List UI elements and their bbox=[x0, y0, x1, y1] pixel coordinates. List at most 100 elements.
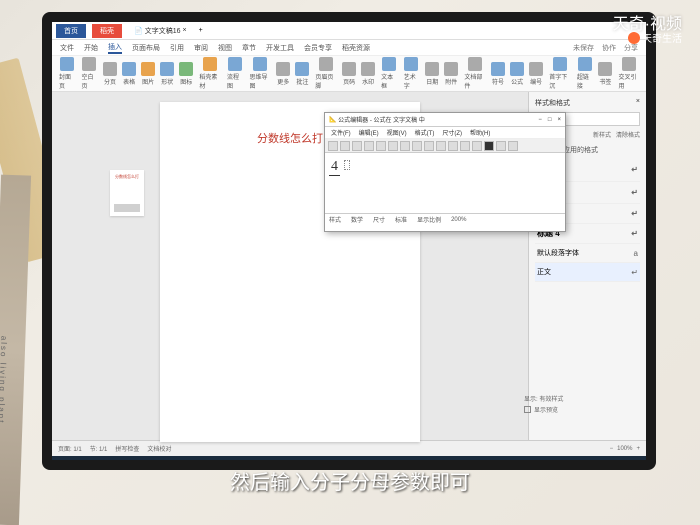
tool-cover[interactable]: 封面页 bbox=[56, 56, 78, 92]
tab-document[interactable]: 📄 文字文稿16 × bbox=[128, 24, 193, 38]
tool-wordart[interactable]: 艺术字 bbox=[401, 56, 423, 92]
app-statusbar: 页面: 1/1 节: 1/1 拼写检查 文档校对 − 100% + bbox=[52, 440, 646, 456]
et-10[interactable] bbox=[436, 141, 446, 151]
sb-proof[interactable]: 文档校对 bbox=[147, 444, 171, 453]
nav-thumbnail[interactable]: 分数线怎么打 bbox=[110, 170, 144, 216]
menu-dev[interactable]: 开发工具 bbox=[266, 43, 294, 53]
tab-home[interactable]: 首页 bbox=[56, 24, 86, 38]
et-5[interactable] bbox=[376, 141, 386, 151]
et-14[interactable] bbox=[496, 141, 506, 151]
sidebar-title: 样式和格式× bbox=[535, 98, 640, 108]
tool-dropcap[interactable]: 首字下沉 bbox=[546, 56, 573, 92]
et-12[interactable] bbox=[460, 141, 470, 151]
em-size[interactable]: 尺寸(Z) bbox=[442, 128, 462, 137]
tab-docer[interactable]: 稻壳 bbox=[92, 24, 122, 38]
et-fraction[interactable] bbox=[484, 141, 494, 151]
monitor-frame: 首页 稻壳 📄 文字文稿16 × + 文件 开始 插入 页面布局 引用 审阅 视… bbox=[42, 12, 656, 470]
tool-formula[interactable]: 公式 bbox=[508, 60, 526, 88]
tool-number[interactable]: 编号 bbox=[527, 60, 545, 88]
tool-bookmark[interactable]: 书签 bbox=[596, 60, 614, 88]
tool-header[interactable]: 页眉页脚 bbox=[312, 56, 339, 92]
et-11[interactable] bbox=[448, 141, 458, 151]
numerator[interactable]: 4 bbox=[331, 159, 338, 175]
tool-symbol[interactable]: 符号 bbox=[489, 60, 507, 88]
menu-layout[interactable]: 页面布局 bbox=[132, 43, 160, 53]
et-6[interactable] bbox=[388, 141, 398, 151]
em-view[interactable]: 视图(V) bbox=[387, 128, 407, 137]
preview-checkbox[interactable] bbox=[524, 406, 531, 413]
menu-ref[interactable]: 引用 bbox=[170, 43, 184, 53]
et-1[interactable] bbox=[328, 141, 338, 151]
style-body[interactable]: 正文↵ bbox=[535, 263, 640, 282]
em-format[interactable]: 格式(T) bbox=[415, 128, 435, 137]
zoom-out[interactable]: − bbox=[610, 446, 614, 452]
editor-titlebar[interactable]: 📐 公式编辑器 - 公式在 文字文稿 中 − □ × bbox=[325, 113, 565, 127]
menu-file[interactable]: 文件 bbox=[60, 43, 74, 53]
sb-spell[interactable]: 拼写检查 bbox=[115, 444, 139, 453]
watermark-sub: 天奇生活 bbox=[628, 30, 682, 45]
formula-editor-window: 📐 公式编辑器 - 公式在 文字文稿 中 − □ × 文件(F) 编辑(E) 视… bbox=[324, 112, 566, 232]
et-9[interactable] bbox=[424, 141, 434, 151]
tool-comment[interactable]: 批注 bbox=[293, 60, 311, 88]
ribbon-tabs: 文件 开始 插入 页面布局 引用 审阅 视图 章节 开发工具 会员专享 稻壳资源… bbox=[52, 40, 646, 56]
clear-format-link[interactable]: 清除格式 bbox=[616, 133, 640, 139]
menu-start[interactable]: 开始 bbox=[84, 43, 98, 53]
tool-pagenum[interactable]: 页码 bbox=[340, 60, 358, 88]
sidebar-bottom: 显示: 有效样式 显示预览 bbox=[524, 394, 634, 416]
et-7[interactable] bbox=[400, 141, 410, 151]
close-sidebar[interactable]: × bbox=[636, 98, 640, 108]
search-input[interactable]: 在这里输入你要搜索的内容 bbox=[65, 460, 175, 461]
menu-resource[interactable]: 稻壳资源 bbox=[342, 43, 370, 53]
tool-blank[interactable]: 空白页 bbox=[79, 56, 101, 92]
menu-view[interactable]: 视图 bbox=[218, 43, 232, 53]
collab-button[interactable]: 协作 bbox=[602, 43, 616, 53]
tool-watermark[interactable]: 水印 bbox=[359, 60, 377, 88]
zoom-in[interactable]: + bbox=[636, 446, 640, 452]
menu-insert[interactable]: 插入 bbox=[108, 42, 122, 54]
video-subtitle: 然后输入分子分母参数即可 bbox=[230, 466, 470, 495]
editor-max[interactable]: □ bbox=[548, 117, 552, 123]
tool-textbox[interactable]: 文本框 bbox=[378, 56, 400, 92]
app-tabs: 首页 稻壳 📄 文字文稿16 × + bbox=[52, 22, 646, 40]
tool-shape[interactable]: 形状 bbox=[158, 60, 176, 88]
editor-canvas[interactable]: 4 bbox=[325, 153, 565, 213]
toolbar: 封面页 空白页 分页 表格 图片 形状 图标 稻壳素材 流程图 思维导图 更多 … bbox=[52, 56, 646, 92]
tool-parts[interactable]: 文档部件 bbox=[461, 56, 488, 92]
em-help[interactable]: 帮助(H) bbox=[470, 128, 490, 137]
menu-section[interactable]: 章节 bbox=[242, 43, 256, 53]
tool-material[interactable]: 稻壳素材 bbox=[196, 56, 223, 92]
editor-close-btn[interactable]: × bbox=[557, 117, 561, 123]
windows-taskbar: ⊞ 在这里输入你要搜索的内容 14°C 多云 ^ 14:122022/1/18 bbox=[52, 456, 646, 460]
tab-add[interactable]: + bbox=[199, 27, 203, 34]
editor-menu: 文件(F) 编辑(E) 视图(V) 格式(T) 尺寸(Z) 帮助(H) bbox=[325, 127, 565, 139]
et-15[interactable] bbox=[508, 141, 518, 151]
sb-page: 页面: 1/1 bbox=[58, 444, 82, 453]
tool-crossref[interactable]: 交叉引用 bbox=[615, 56, 642, 92]
tool-more[interactable]: 更多 bbox=[274, 60, 292, 88]
style-default[interactable]: 默认段落字体a bbox=[535, 244, 640, 263]
tool-icon[interactable]: 图标 bbox=[177, 60, 195, 88]
menu-vip[interactable]: 会员专享 bbox=[304, 43, 332, 53]
unsaved-label: 未保存 bbox=[573, 43, 594, 53]
et-2[interactable] bbox=[340, 141, 350, 151]
tool-link[interactable]: 超链接 bbox=[574, 56, 596, 92]
menu-review[interactable]: 审阅 bbox=[194, 43, 208, 53]
new-style-link[interactable]: 新样式 bbox=[593, 133, 611, 139]
et-3[interactable] bbox=[352, 141, 362, 151]
tool-image[interactable]: 图片 bbox=[139, 60, 157, 88]
em-file[interactable]: 文件(F) bbox=[331, 128, 351, 137]
screen: 首页 稻壳 📄 文字文稿16 × + 文件 开始 插入 页面布局 引用 审阅 视… bbox=[52, 22, 646, 460]
editor-statusbar: 样式数学 尺寸标准 显示比例200% bbox=[325, 213, 565, 225]
tool-attach[interactable]: 附件 bbox=[442, 60, 460, 88]
tool-break[interactable]: 分页 bbox=[101, 60, 119, 88]
et-13[interactable] bbox=[472, 141, 482, 151]
sb-section: 节: 1/1 bbox=[90, 444, 108, 453]
tool-table[interactable]: 表格 bbox=[120, 60, 138, 88]
em-edit[interactable]: 编辑(E) bbox=[359, 128, 379, 137]
tool-mind[interactable]: 思维导图 bbox=[247, 56, 274, 92]
et-4[interactable] bbox=[364, 141, 374, 151]
tool-date[interactable]: 日期 bbox=[423, 60, 441, 88]
et-8[interactable] bbox=[412, 141, 422, 151]
tool-flow[interactable]: 流程图 bbox=[224, 56, 246, 92]
editor-min[interactable]: − bbox=[538, 117, 542, 123]
